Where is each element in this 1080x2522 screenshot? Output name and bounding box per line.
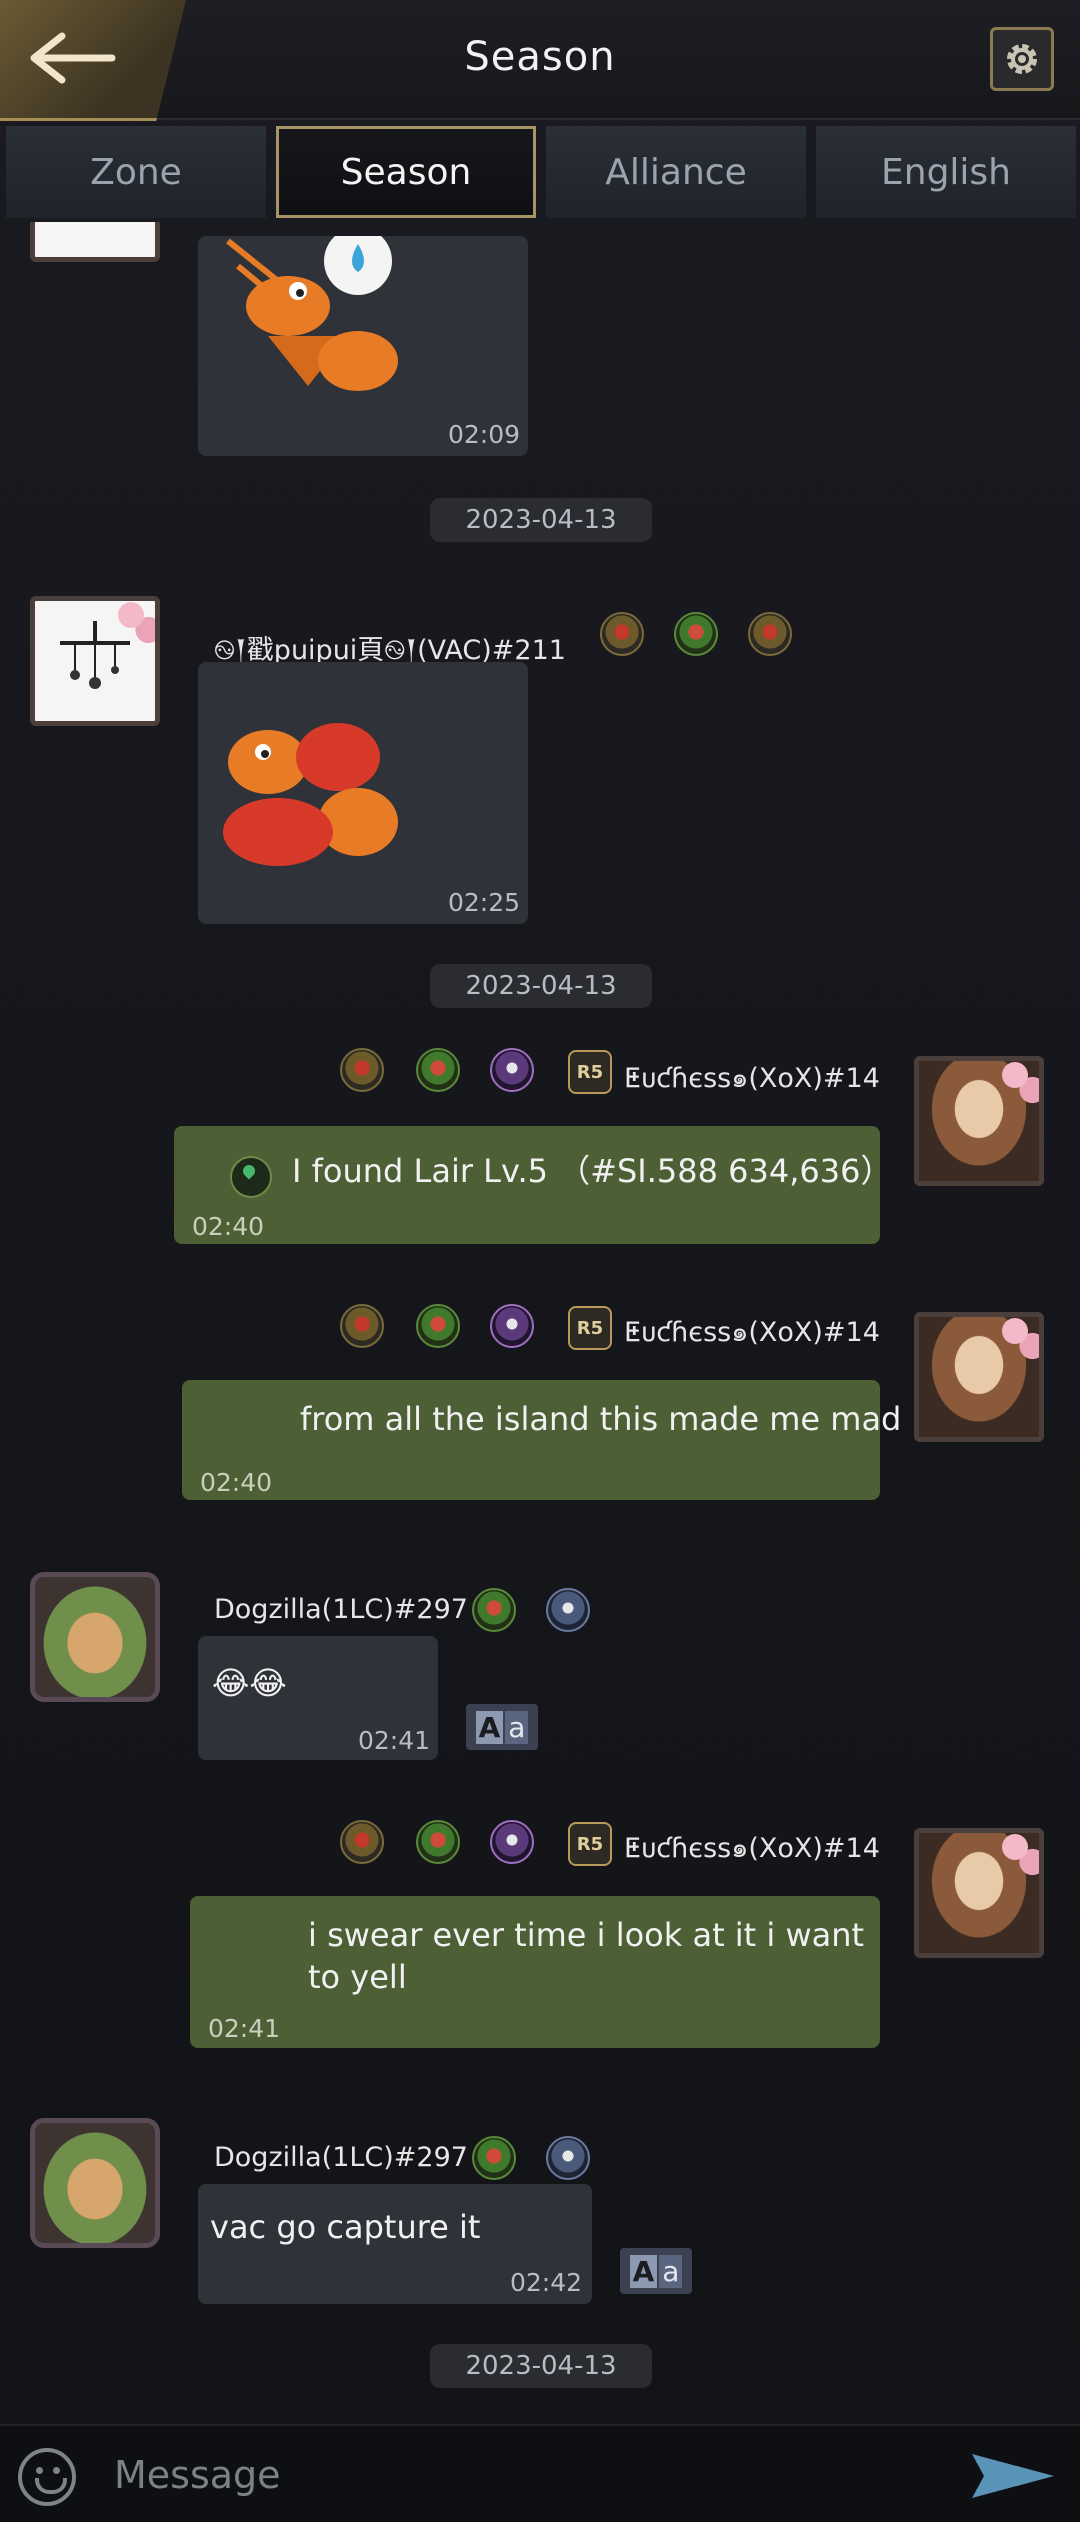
title-badge-icon[interactable] [490, 1304, 534, 1348]
avatar[interactable] [30, 596, 160, 726]
title-badge-icon[interactable] [416, 1048, 460, 1092]
rank-badge[interactable]: R5 [568, 1822, 612, 1866]
tab-zone[interactable]: Zone [6, 126, 266, 218]
tab-season[interactable]: Season [276, 126, 536, 218]
avatar[interactable] [914, 1828, 1044, 1958]
sticker-message[interactable]: 02:25 [198, 662, 528, 924]
sender-name[interactable]: ⵟᴜƈɦєѕѕ๑(XoX)#14 [624, 1826, 880, 1869]
title-badge-icon[interactable] [472, 2136, 516, 2180]
translate-button[interactable]: Aa [466, 1704, 538, 1750]
chat-message[interactable]: 😂😂 02:41 [198, 1636, 438, 1760]
sender-name[interactable]: Dogzilla(1LC)#297 [214, 1594, 468, 1625]
message-text[interactable]: I found Lair Lv.5 （#SI.588 634,636） [292, 1150, 892, 1192]
title-badge-icon[interactable] [340, 1304, 384, 1348]
title-badge-icon[interactable] [674, 612, 718, 656]
avatar[interactable] [914, 1312, 1044, 1442]
avatar[interactable] [30, 2118, 160, 2248]
tab-alliance[interactable]: Alliance [546, 126, 806, 218]
message-text[interactable]: from all the island this made me mad [300, 1398, 901, 1440]
avatar[interactable] [30, 222, 160, 262]
send-icon[interactable] [970, 2450, 1056, 2502]
chat-message[interactable]: i swear ever time i look at it i want to… [190, 1896, 880, 2048]
date-separator: 2023-04-13 [430, 498, 652, 542]
emoji-icon[interactable] [18, 2448, 76, 2506]
title-badge-icon[interactable] [416, 1304, 460, 1348]
date-separator: 2023-04-13 [430, 2344, 652, 2388]
title-badge-icon[interactable] [546, 1588, 590, 1632]
channel-tabs: Zone Season Alliance English [0, 122, 1080, 222]
title-badge-icon[interactable] [748, 612, 792, 656]
translate-icon: A [475, 1710, 504, 1744]
sticker-message[interactable]: 02:09 [198, 236, 528, 456]
title-badge-icon[interactable] [472, 1588, 516, 1632]
page-title: Season [464, 34, 616, 80]
title-badge-icon[interactable] [490, 1820, 534, 1864]
title-badge-icon[interactable] [340, 1048, 384, 1092]
timestamp: 02:42 [510, 2268, 583, 2297]
message-text[interactable]: 😂😂 [212, 1662, 287, 1704]
timestamp: 02:09 [448, 420, 521, 449]
gear-icon [1007, 44, 1037, 74]
sender-name[interactable]: ⵟᴜƈɦєѕѕ๑(XoX)#14 [624, 1310, 880, 1353]
top-bar: Season [0, 0, 1080, 121]
translate-icon: A [629, 2254, 658, 2288]
location-pin-icon[interactable] [230, 1156, 272, 1198]
title-badge-icon[interactable] [600, 612, 644, 656]
timestamp: 02:41 [208, 2014, 281, 2043]
ant-sticker [223, 723, 398, 866]
settings-button[interactable] [990, 27, 1054, 91]
sender-name[interactable]: ⵟᴜƈɦєѕѕ๑(XoX)#14 [624, 1056, 880, 1099]
timestamp: 02:40 [200, 1468, 273, 1497]
chat-message[interactable]: vac go capture it 02:42 [198, 2184, 592, 2304]
sender-name[interactable]: Dogzilla(1LC)#297 [214, 2142, 468, 2173]
date-separator: 2023-04-13 [430, 964, 652, 1008]
timestamp: 02:40 [192, 1212, 265, 1241]
timestamp: 02:41 [358, 1726, 431, 1755]
title-badge-icon[interactable] [340, 1820, 384, 1864]
title-badge-icon[interactable] [490, 1048, 534, 1092]
avatar[interactable] [914, 1056, 1044, 1186]
message-text[interactable]: i swear ever time i look at it i want to… [308, 1914, 868, 1998]
chat-message[interactable]: I found Lair Lv.5 （#SI.588 634,636） 02:4… [174, 1126, 892, 1244]
translate-button[interactable]: Aa [620, 2248, 692, 2294]
message-text[interactable]: vac go capture it [210, 2206, 480, 2248]
message-input[interactable] [112, 2444, 936, 2506]
rank-badge[interactable]: R5 [568, 1306, 612, 1350]
chat-list[interactable]: 02:09 2023-04-13 ࿊𒑰戳puipui頁࿊𒑰(VAC)#211 0… [0, 222, 1080, 2424]
ant-sticker [226, 236, 398, 391]
message-composer [0, 2424, 1080, 2522]
title-badge-icon[interactable] [416, 1820, 460, 1864]
chat-message[interactable]: from all the island this made me mad 02:… [182, 1380, 901, 1500]
timestamp: 02:25 [448, 888, 521, 917]
rank-badge[interactable]: R5 [568, 1050, 612, 1094]
tab-english[interactable]: English [816, 126, 1076, 218]
title-badge-icon[interactable] [546, 2136, 590, 2180]
hanger-icon [60, 621, 130, 689]
avatar[interactable] [30, 1572, 160, 1702]
